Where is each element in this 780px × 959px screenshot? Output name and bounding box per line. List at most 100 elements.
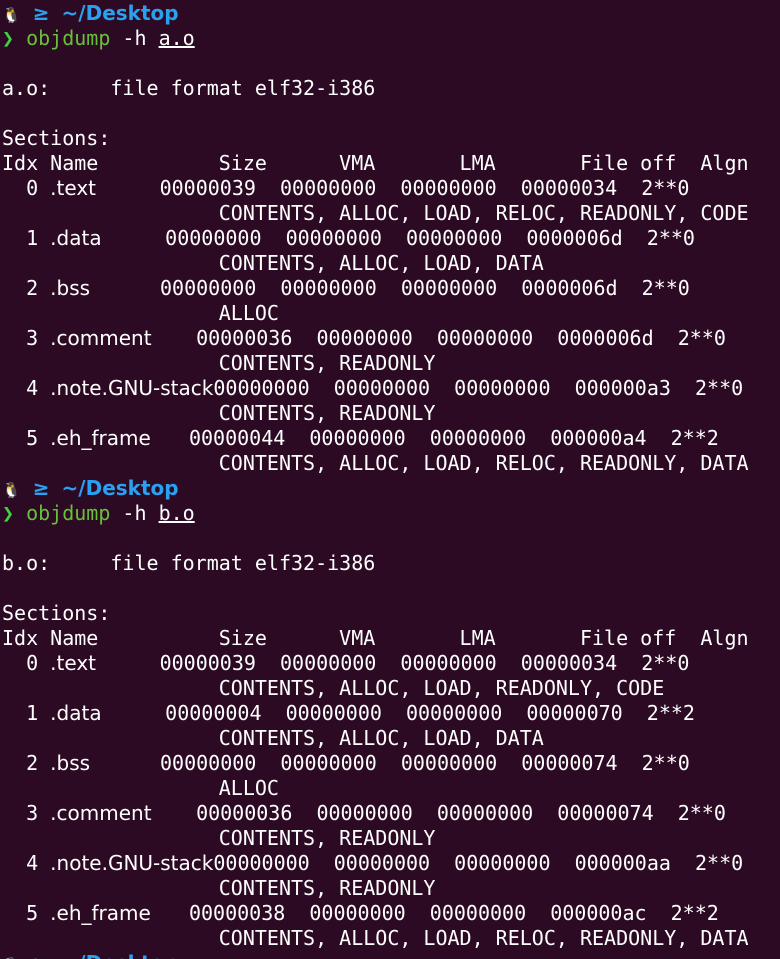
section-values: 00000000 00000000 00000000 000000aa 2**0 bbox=[213, 851, 744, 875]
section-name: .data bbox=[50, 701, 166, 725]
section-flags-row: ALLOC bbox=[2, 776, 279, 801]
section-name: .eh_frame bbox=[50, 901, 189, 925]
section-values: 00000000 00000000 00000000 000000a3 2**0 bbox=[213, 376, 744, 400]
section-values: 00000036 00000000 00000000 0000006d 2**0 bbox=[196, 326, 726, 350]
section-name: .eh_frame bbox=[50, 426, 189, 450]
sections-label: Sections: bbox=[2, 601, 110, 626]
section-flags-row: CONTENTS, ALLOC, LOAD, RELOC, READONLY, … bbox=[2, 451, 749, 476]
tux-icon: 🐧 bbox=[2, 6, 21, 24]
section-name: .note.GNU-stack bbox=[50, 376, 214, 400]
folder-icon: ≥ bbox=[33, 951, 50, 959]
section-flags-row: CONTENTS, ALLOC, LOAD, RELOC, READONLY, … bbox=[2, 201, 749, 226]
section-row: 3 .comment 00000036 00000000 00000000 00… bbox=[2, 801, 726, 826]
section-table-header: Idx Name Size VMA LMA File off Algn bbox=[2, 151, 749, 176]
prompt-directory: ~/Desktop bbox=[62, 951, 179, 959]
section-flags-row: CONTENTS, ALLOC, LOAD, DATA bbox=[2, 251, 544, 276]
section-flags: CONTENTS, ALLOC, LOAD, RELOC, READONLY, … bbox=[2, 201, 749, 225]
section-table-header-text: Idx Name Size VMA LMA File off Algn bbox=[2, 626, 749, 650]
section-flags: CONTENTS, READONLY bbox=[2, 826, 436, 850]
section-values: 00000039 00000000 00000000 00000034 2**0 bbox=[159, 176, 690, 200]
section-row: 2 .bss 00000000 00000000 00000000 000000… bbox=[2, 276, 690, 301]
section-idx: 1 bbox=[2, 226, 51, 250]
file-format-line: a.o: file format elf32-i386 bbox=[2, 76, 375, 101]
section-values: 00000039 00000000 00000000 00000034 2**0 bbox=[159, 651, 690, 675]
section-idx: 0 bbox=[2, 651, 51, 675]
prompt-path-line: 🐧 ≥ ~/Desktop bbox=[2, 951, 179, 959]
section-name: .note.GNU-stack bbox=[50, 851, 214, 875]
section-values: 00000000 00000000 00000000 0000006d 2**0 bbox=[160, 276, 690, 300]
sections-label-text: Sections: bbox=[2, 126, 111, 150]
tux-icon: 🐧 bbox=[2, 481, 21, 499]
section-table-header: Idx Name Size VMA LMA File off Algn bbox=[2, 626, 749, 651]
folder-icon: ≥ bbox=[32, 1, 50, 25]
section-values: 00000044 00000000 00000000 000000a4 2**2 bbox=[188, 426, 719, 450]
prompt-command-line: ❯ objdump -h a.o bbox=[2, 26, 195, 51]
section-flags: ALLOC bbox=[2, 776, 279, 800]
section-name: .data bbox=[50, 226, 166, 250]
section-row: 3 .comment 00000036 00000000 00000000 00… bbox=[2, 326, 726, 351]
section-row: 1 .data 00000004 00000000 00000000 00000… bbox=[2, 701, 695, 726]
section-flags: CONTENTS, ALLOC, LOAD, RELOC, READONLY, … bbox=[2, 926, 749, 950]
section-flags: CONTENTS, READONLY bbox=[2, 401, 436, 425]
sections-label-text: Sections: bbox=[2, 601, 111, 625]
section-row: 2 .bss 00000000 00000000 00000000 000000… bbox=[2, 751, 690, 776]
section-row: 0 .text 00000039 00000000 00000000 00000… bbox=[2, 176, 689, 201]
section-flags-row: CONTENTS, ALLOC, LOAD, READONLY, CODE bbox=[2, 676, 665, 701]
section-idx: 5 bbox=[2, 901, 51, 925]
section-row: 5 .eh_frame 00000044 00000000 00000000 0… bbox=[2, 426, 719, 451]
prompt-command-line: ❯ objdump -h b.o bbox=[2, 501, 195, 526]
section-idx: 2 bbox=[2, 276, 51, 300]
section-flags: ALLOC bbox=[2, 301, 279, 325]
section-idx: 0 bbox=[2, 176, 51, 200]
section-idx: 3 bbox=[2, 801, 51, 825]
section-values: 00000004 00000000 00000000 00000070 2**2 bbox=[165, 701, 695, 725]
prompt-directory: ~/Desktop bbox=[61, 476, 179, 500]
section-idx: 4 bbox=[2, 376, 51, 400]
section-table-header-text: Idx Name Size VMA LMA File off Algn bbox=[2, 151, 749, 175]
file-format-text: a.o: file format elf32-i386 bbox=[2, 76, 376, 100]
prompt-arrow-icon: ❯ bbox=[2, 26, 15, 50]
section-name: .bss bbox=[50, 276, 160, 300]
section-name: .text bbox=[50, 176, 160, 200]
section-flags: CONTENTS, READONLY bbox=[2, 351, 436, 375]
terminal-window[interactable]: 🐧 ≥ ~/Desktop ❯ objdump -h a.o a.o: file f… bbox=[0, 0, 780, 959]
sections-label: Sections: bbox=[2, 126, 110, 151]
section-name: .comment bbox=[50, 326, 197, 350]
prompt-arrow-icon: ❯ bbox=[2, 501, 15, 525]
command-flag: -h bbox=[110, 26, 159, 50]
command-file-arg[interactable]: a.o bbox=[159, 26, 195, 50]
section-idx: 1 bbox=[2, 701, 51, 725]
section-values: 00000036 00000000 00000000 00000074 2**0 bbox=[196, 801, 726, 825]
section-name: .text bbox=[50, 651, 160, 675]
section-flags: CONTENTS, ALLOC, LOAD, DATA bbox=[2, 251, 544, 275]
section-flags-row: CONTENTS, ALLOC, LOAD, DATA bbox=[2, 726, 544, 751]
section-flags-row: CONTENTS, READONLY bbox=[2, 351, 436, 376]
section-flags: CONTENTS, READONLY bbox=[2, 876, 436, 900]
section-values: 00000038 00000000 00000000 000000ac 2**2 bbox=[188, 901, 719, 925]
section-idx: 2 bbox=[2, 751, 51, 775]
section-row: 4 .note.GNU-stack00000000 00000000 00000… bbox=[2, 376, 743, 401]
file-format-line: b.o: file format elf32-i386 bbox=[2, 551, 375, 576]
command-file-arg[interactable]: b.o bbox=[159, 501, 195, 525]
file-format-text: b.o: file format elf32-i386 bbox=[2, 551, 376, 575]
command-name: objdump bbox=[26, 501, 111, 525]
section-flags: CONTENTS, ALLOC, LOAD, DATA bbox=[2, 726, 544, 750]
prompt-path-line: 🐧 ≥ ~/Desktop bbox=[2, 1, 179, 26]
section-idx: 4 bbox=[2, 851, 51, 875]
section-values: 00000000 00000000 00000000 00000074 2**0 bbox=[160, 751, 690, 775]
section-row: 0 .text 00000039 00000000 00000000 00000… bbox=[2, 651, 689, 676]
section-row: 1 .data 00000000 00000000 00000000 00000… bbox=[2, 226, 695, 251]
section-flags-row: CONTENTS, READONLY bbox=[2, 826, 436, 851]
section-name: .bss bbox=[50, 751, 160, 775]
section-flags-row: CONTENTS, ALLOC, LOAD, RELOC, READONLY, … bbox=[2, 926, 749, 951]
prompt-path-line: 🐧 ≥ ~/Desktop bbox=[2, 476, 179, 501]
section-flags-row: CONTENTS, READONLY bbox=[2, 876, 436, 901]
section-values: 00000000 00000000 00000000 0000006d 2**0 bbox=[165, 226, 695, 250]
